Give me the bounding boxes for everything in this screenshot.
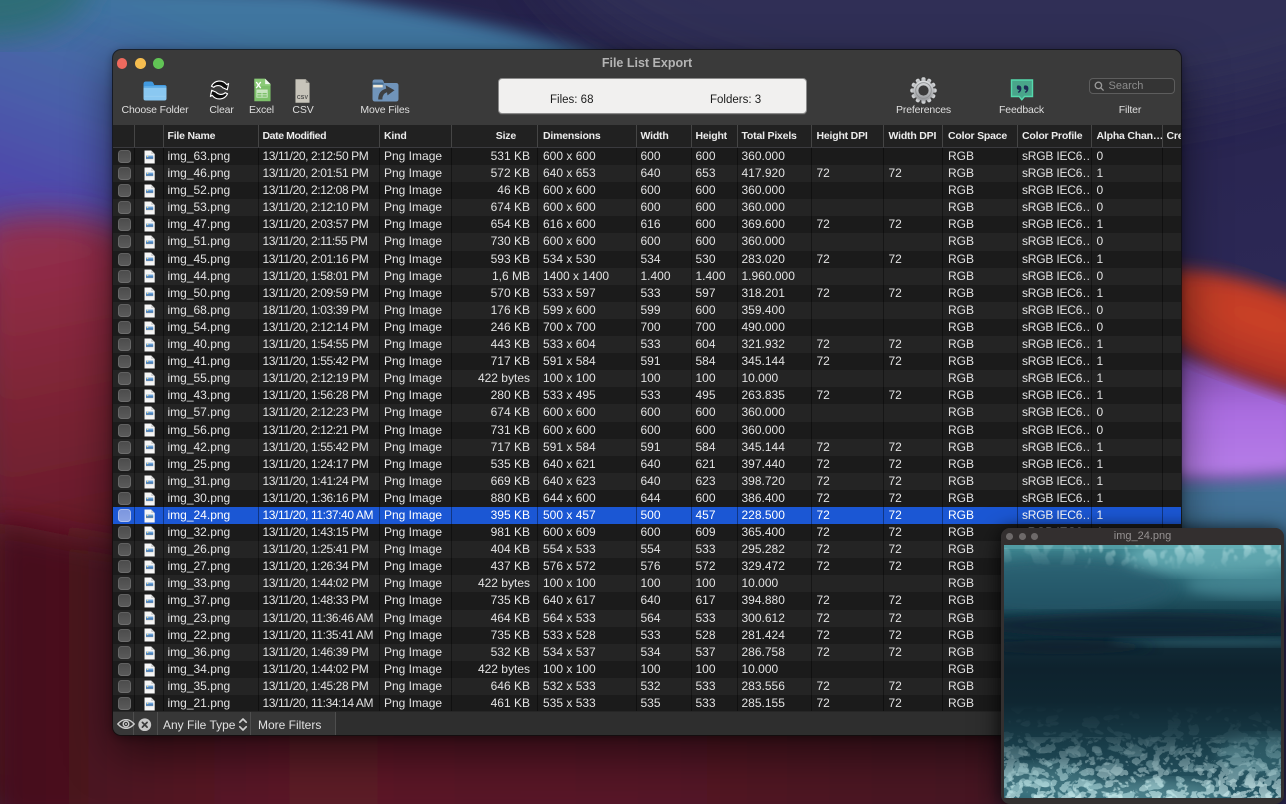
svg-text:CSV: CSV (297, 94, 309, 100)
